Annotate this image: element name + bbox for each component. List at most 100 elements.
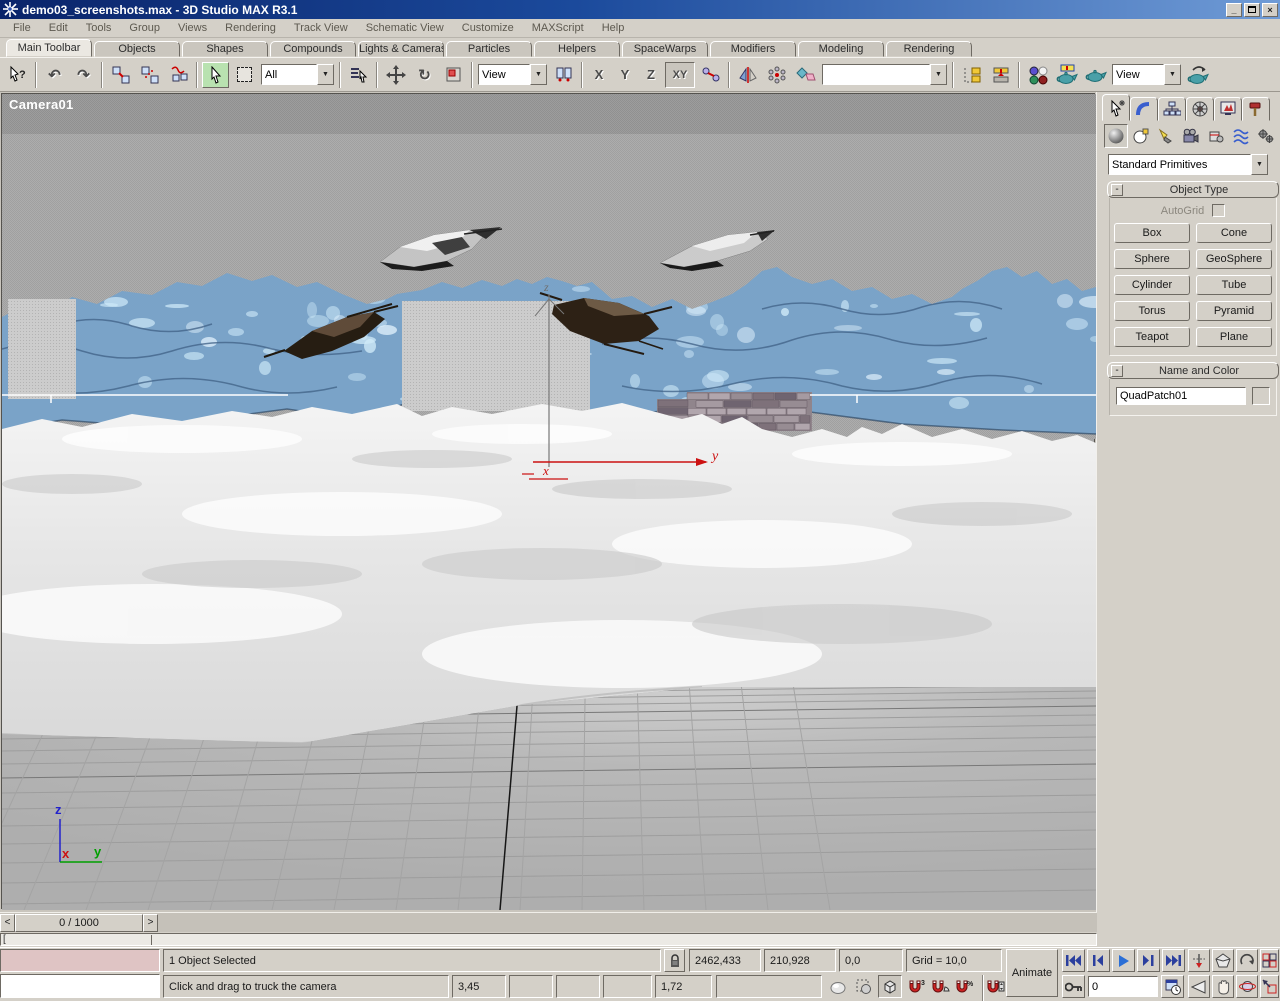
select-and-move-button[interactable] [382, 62, 409, 88]
animate-button[interactable]: Animate [1006, 949, 1058, 997]
maxscript-listener-white[interactable] [0, 974, 160, 998]
bind-to-spacewarp-button[interactable] [165, 62, 192, 88]
menu-rendering[interactable]: Rendering [216, 19, 285, 37]
viewport-layout-button[interactable] [1260, 949, 1279, 972]
lights-category-button[interactable] [1154, 124, 1178, 148]
restore-button[interactable] [1244, 2, 1260, 17]
systems-category-button[interactable] [1254, 124, 1278, 148]
spinner-snap-button[interactable] [984, 975, 1007, 998]
menu-file[interactable]: File [4, 19, 40, 37]
tab-shapes[interactable]: Shapes [182, 41, 268, 57]
menu-schematic-view[interactable]: Schematic View [357, 19, 453, 37]
orbit-camera-button[interactable] [1236, 975, 1258, 998]
select-object-button[interactable] [202, 61, 229, 88]
tab-particles[interactable]: Particles [446, 41, 532, 57]
named-selection-dropdown[interactable]: ▼ [822, 64, 947, 85]
dolly-camera-button[interactable] [1188, 949, 1210, 972]
maxscript-listener-pink[interactable] [0, 949, 160, 972]
teapot-button[interactable]: Teapot [1114, 327, 1190, 347]
restrict-x-button[interactable]: X [587, 62, 611, 88]
percent-snap-button[interactable]: % [953, 975, 976, 998]
menu-views[interactable]: Views [169, 19, 216, 37]
restrict-xy-plane-button[interactable]: XY [665, 61, 695, 88]
viewport-label[interactable]: Camera01 [9, 97, 74, 112]
next-frame-button[interactable] [1137, 949, 1160, 972]
minimize-button[interactable]: _ [1226, 2, 1242, 17]
shapes-category-button[interactable] [1129, 124, 1153, 148]
plane-button[interactable]: Plane [1196, 327, 1272, 347]
menu-customize[interactable]: Customize [453, 19, 523, 37]
region-select-button[interactable] [231, 62, 258, 88]
redo-button[interactable]: ↷ [70, 62, 97, 88]
animation-key-button[interactable] [1062, 975, 1085, 998]
tab-create[interactable] [1102, 94, 1130, 121]
geosphere-button[interactable]: GeoSphere [1196, 249, 1272, 269]
status-field-empty-3[interactable] [603, 975, 652, 998]
menu-track-view[interactable]: Track View [285, 19, 357, 37]
select-and-link-button[interactable] [107, 62, 134, 88]
time-slider-handle[interactable]: 0 / 1000 [15, 913, 143, 932]
snap-preview-button[interactable] [852, 975, 876, 998]
select-and-rotate-button[interactable]: ↻ [411, 62, 438, 88]
undo-button[interactable]: ↶ [41, 62, 68, 88]
box-button[interactable]: Box [1114, 223, 1190, 243]
selection-lock-button[interactable] [664, 949, 685, 972]
tab-hierarchy[interactable] [1158, 97, 1186, 121]
go-to-start-button[interactable] [1062, 949, 1085, 972]
cylinder-button[interactable]: Cylinder [1114, 275, 1190, 295]
track-bar[interactable]: [ [0, 933, 1097, 946]
track-view-button[interactable] [987, 62, 1014, 88]
geometry-category-button[interactable] [1104, 124, 1128, 148]
roll-camera-button[interactable] [1236, 949, 1258, 972]
tab-display[interactable] [1214, 97, 1242, 121]
menu-edit[interactable]: Edit [40, 19, 77, 37]
tab-main-toolbar[interactable]: Main Toolbar [6, 39, 92, 57]
field-of-view-button[interactable] [1188, 975, 1210, 998]
status-field-1[interactable]: 3,45 [452, 975, 506, 998]
3d-snap-toggle-button[interactable] [878, 975, 902, 998]
restrict-y-button[interactable]: Y [613, 62, 637, 88]
status-field-empty-4[interactable] [716, 975, 822, 998]
sphere-button[interactable]: Sphere [1114, 249, 1190, 269]
cameras-category-button[interactable] [1179, 124, 1203, 148]
coordinate-x-field[interactable]: 2462,433 [689, 949, 761, 972]
snap-toggle-button[interactable]: 3 [905, 975, 928, 998]
tab-lights-cameras[interactable]: Lights & Cameras [358, 41, 444, 57]
camera-viewport[interactable]: z y x z y x Camera01 [1, 93, 1096, 910]
unlink-selection-button[interactable] [136, 62, 163, 88]
previous-frame-arrow[interactable]: < [0, 913, 15, 932]
status-field-2[interactable]: 1,72 [655, 975, 712, 998]
select-and-scale-button[interactable] [440, 62, 467, 88]
material-editor-button[interactable] [1024, 62, 1051, 88]
tab-modifiers[interactable]: Modifiers [710, 41, 796, 57]
select-and-manipulate-button[interactable] [697, 62, 724, 88]
object-name-field[interactable] [1116, 387, 1246, 405]
help-mode-button[interactable]: ? [4, 62, 31, 88]
tab-objects[interactable]: Objects [94, 41, 180, 57]
coordinate-y-field[interactable]: 210,928 [764, 949, 836, 972]
render-scene-button[interactable] [1053, 62, 1080, 88]
pyramid-button[interactable]: Pyramid [1196, 301, 1272, 321]
align-flyout-button[interactable] [958, 62, 985, 88]
truck-camera-button[interactable] [1212, 975, 1234, 998]
autogrid-checkbox[interactable] [1212, 204, 1226, 217]
tab-helpers[interactable]: Helpers [534, 41, 620, 57]
select-by-name-button[interactable] [345, 62, 372, 88]
tab-motion[interactable] [1186, 97, 1214, 121]
previous-frame-button[interactable] [1087, 949, 1110, 972]
torus-button[interactable]: Torus [1114, 301, 1190, 321]
align-button[interactable] [792, 62, 819, 88]
cone-button[interactable]: Cone [1196, 223, 1272, 243]
object-type-rollout-header[interactable]: - Object Type [1107, 181, 1279, 198]
selection-filter-dropdown[interactable]: All ▼ [261, 64, 334, 85]
status-field-empty-1[interactable] [509, 975, 553, 998]
time-configuration-button[interactable] [1161, 975, 1184, 998]
menu-group[interactable]: Group [120, 19, 169, 37]
tab-modeling[interactable]: Modeling [798, 41, 884, 57]
menu-tools[interactable]: Tools [77, 19, 121, 37]
tab-utilities[interactable] [1242, 97, 1270, 121]
tube-button[interactable]: Tube [1196, 275, 1272, 295]
tab-rendering[interactable]: Rendering [886, 41, 972, 57]
degradation-override-button[interactable] [826, 975, 850, 998]
mirror-button[interactable] [734, 62, 761, 88]
